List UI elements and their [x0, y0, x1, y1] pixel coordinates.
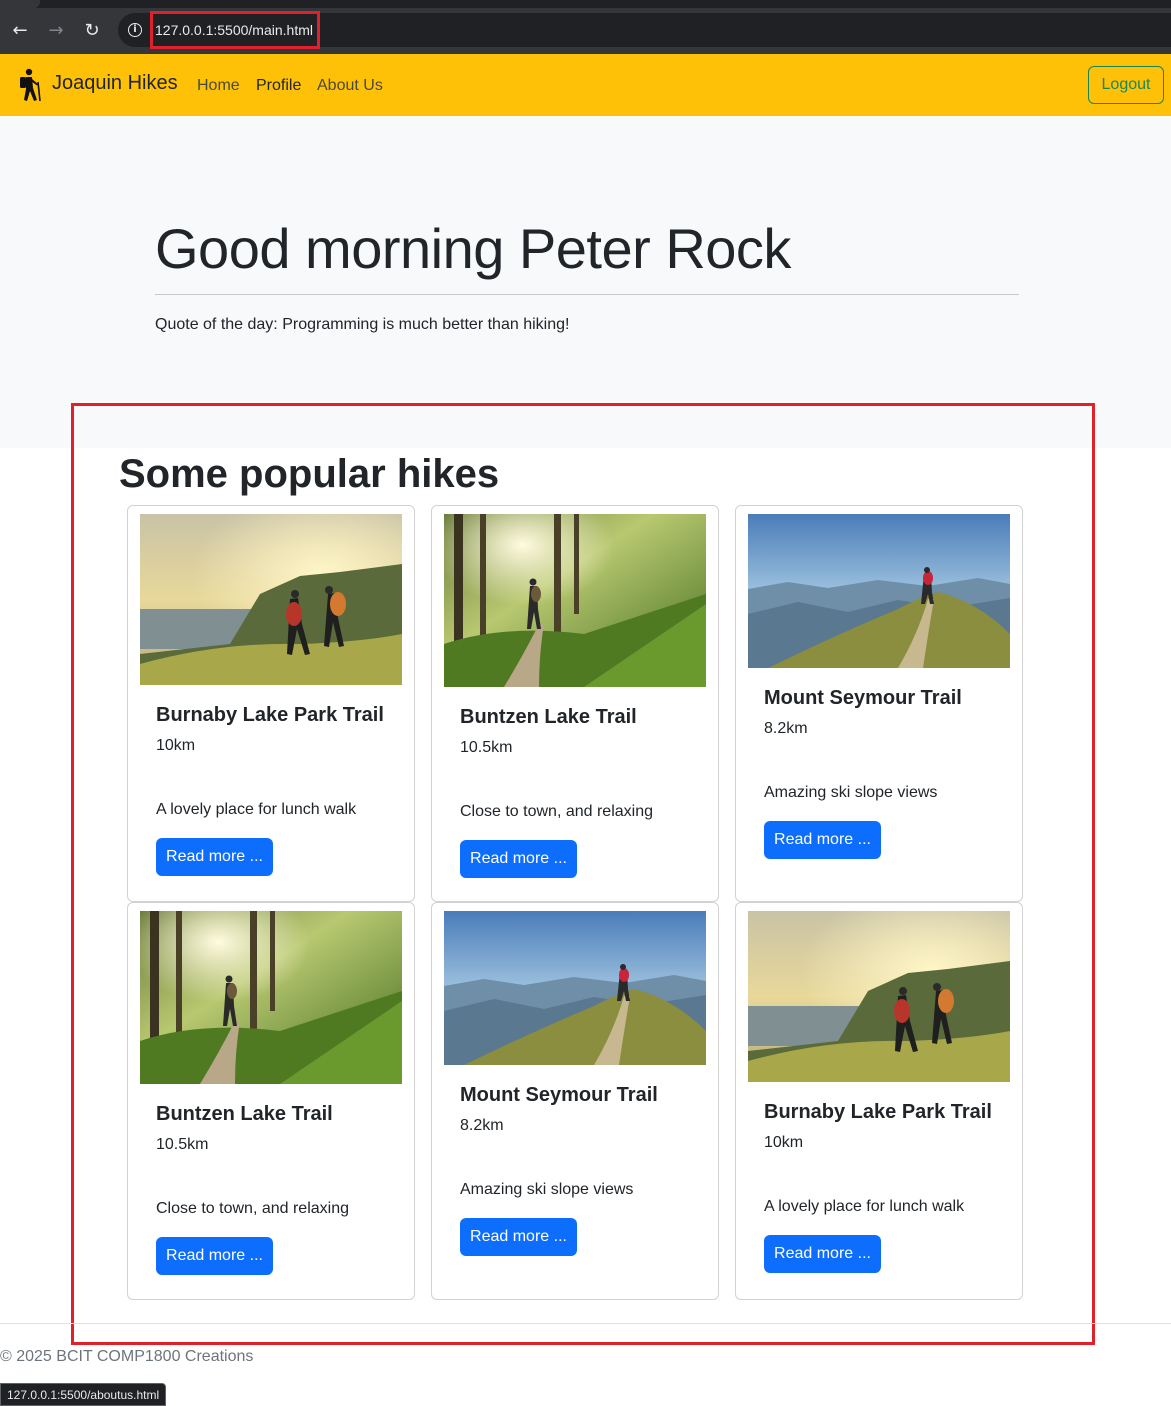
card-image [444, 911, 706, 1065]
read-more-button[interactable]: Read more ... [156, 1237, 273, 1275]
section-title: Some popular hikes [119, 452, 500, 496]
card-title: Buntzen Lake Trail [156, 1103, 333, 1125]
nav-home[interactable]: Home [197, 77, 240, 95]
hero-section: Good morning Peter Rock Quote of the day… [0, 116, 1171, 448]
card-title: Mount Seymour Trail [460, 1084, 658, 1106]
forward-arrow-icon[interactable]: → [44, 19, 68, 43]
card-image [444, 514, 706, 687]
nav-about-us[interactable]: About Us [317, 77, 383, 95]
nav-profile[interactable]: Profile [256, 77, 301, 95]
card-title: Mount Seymour Trail [764, 687, 962, 709]
browser-tab[interactable] [0, 0, 40, 8]
reload-icon[interactable]: ↻ [80, 19, 104, 43]
card-distance: 10.5km [460, 739, 513, 756]
greeting-heading: Good morning Peter Rock [155, 217, 791, 280]
hike-card: Buntzen Lake Trail 10.5km Close to town,… [127, 902, 415, 1300]
back-arrow-icon[interactable]: ← [8, 19, 32, 43]
card-description: Close to town, and relaxing [156, 1200, 349, 1217]
card-title: Burnaby Lake Park Trail [764, 1101, 992, 1123]
card-image [140, 514, 402, 685]
card-description: Close to town, and relaxing [460, 803, 653, 820]
hike-card: Mount Seymour Trail 8.2km Amazing ski sl… [735, 505, 1023, 902]
hiker-icon[interactable] [16, 68, 42, 102]
card-description: Amazing ski slope views [764, 784, 938, 801]
hike-card: Mount Seymour Trail 8.2km Amazing ski sl… [431, 902, 719, 1300]
card-image [140, 911, 402, 1084]
url-highlight-box [150, 11, 320, 49]
status-bar-url: 127.0.0.1:5500/aboutus.html [0, 1383, 167, 1406]
logout-button[interactable]: Logout [1088, 66, 1164, 104]
navbar: Joaquin Hikes Home Profile About Us Logo… [0, 54, 1171, 116]
browser-top-strip [0, 0, 1171, 8]
read-more-button[interactable]: Read more ... [460, 1218, 577, 1256]
card-distance: 10km [156, 737, 196, 754]
card-distance: 8.2km [764, 720, 808, 737]
hike-card: Buntzen Lake Trail 10.5km Close to town,… [431, 505, 719, 902]
brand-name[interactable]: Joaquin Hikes [52, 72, 178, 95]
card-distance: 10.5km [156, 1136, 209, 1153]
card-distance: 8.2km [460, 1117, 504, 1134]
hike-card: Burnaby Lake Park Trail 10km A lovely pl… [735, 902, 1023, 1300]
hike-card: Burnaby Lake Park Trail 10km A lovely pl… [127, 505, 415, 902]
read-more-button[interactable]: Read more ... [764, 821, 881, 859]
card-title: Buntzen Lake Trail [460, 706, 637, 728]
read-more-button[interactable]: Read more ... [460, 840, 577, 878]
card-distance: 10km [764, 1134, 804, 1151]
footer-divider [0, 1323, 1171, 1324]
card-image [748, 911, 1010, 1082]
read-more-button[interactable]: Read more ... [764, 1235, 881, 1273]
card-title: Burnaby Lake Park Trail [156, 704, 384, 726]
card-image [748, 514, 1010, 668]
card-description: A lovely place for lunch walk [764, 1198, 965, 1215]
read-more-button[interactable]: Read more ... [156, 838, 273, 876]
card-description: A lovely place for lunch walk [156, 801, 357, 818]
card-description: Amazing ski slope views [460, 1181, 634, 1198]
footer-copyright: © 2025 BCIT COMP1800 Creations [0, 1348, 254, 1365]
hero-divider [155, 294, 1019, 295]
quote-text: Quote of the day: Programming is much be… [155, 316, 570, 333]
site-info-icon[interactable]: i [128, 23, 142, 37]
